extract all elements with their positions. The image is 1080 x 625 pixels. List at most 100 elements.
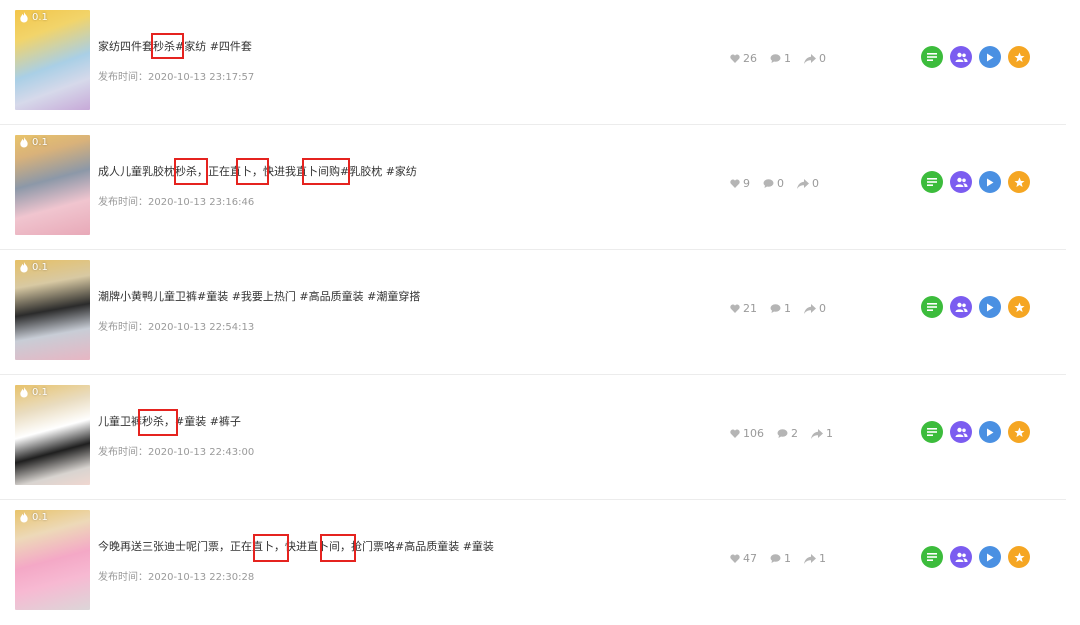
play-button[interactable] <box>979 546 1001 568</box>
row-actions <box>921 296 1030 318</box>
comment-icon <box>770 554 781 563</box>
flame-icon <box>20 512 28 523</box>
flame-icon <box>20 262 28 273</box>
share-icon <box>797 178 809 189</box>
heart-icon <box>730 179 740 188</box>
highlight-box <box>151 33 184 59</box>
list-icon <box>927 553 937 561</box>
fans-button[interactable] <box>950 296 972 318</box>
favorite-button[interactable] <box>1008 296 1030 318</box>
comment-icon <box>777 429 788 438</box>
fans-button[interactable] <box>950 546 972 568</box>
list-icon <box>927 428 937 436</box>
detail-button[interactable] <box>921 46 943 68</box>
flame-icon <box>20 137 28 148</box>
star-icon <box>1014 302 1024 312</box>
star-icon <box>1014 552 1024 562</box>
share-count: 1 <box>811 427 833 440</box>
star-icon <box>1014 177 1024 187</box>
flame-icon <box>20 12 28 23</box>
hot-badge: 0.1 <box>19 137 48 148</box>
video-thumbnail[interactable]: 0.1 <box>15 135 90 235</box>
video-thumbnail[interactable]: 0.1 <box>15 510 90 610</box>
users-icon <box>955 552 968 562</box>
favorite-button[interactable] <box>1008 171 1030 193</box>
video-thumbnail[interactable]: 0.1 <box>15 260 90 360</box>
highlight-box <box>302 158 350 185</box>
favorite-button[interactable] <box>1008 421 1030 443</box>
heart-icon <box>730 554 740 563</box>
video-row: 0.1 成人儿童乳胶枕秒杀，正在直卜，快进我直卜间购#乳胶枕 #家纺 发布时间：… <box>0 125 1066 250</box>
favorite-button[interactable] <box>1008 546 1030 568</box>
play-button[interactable] <box>979 421 1001 443</box>
comment-count: 1 <box>770 52 791 65</box>
comment-count: 1 <box>770 552 791 565</box>
like-count: 21 <box>730 302 757 315</box>
list-icon <box>927 53 937 61</box>
hot-value: 0.1 <box>32 387 48 398</box>
hot-badge: 0.1 <box>19 512 48 523</box>
video-thumbnail[interactable]: 0.1 <box>15 385 90 485</box>
play-button[interactable] <box>979 46 1001 68</box>
fans-button[interactable] <box>950 46 972 68</box>
highlight-box <box>138 409 178 436</box>
like-count: 47 <box>730 552 757 565</box>
hot-badge: 0.1 <box>19 12 48 23</box>
heart-icon <box>730 429 740 438</box>
comment-icon <box>770 304 781 313</box>
publish-time: 发布时间：2020-10-13 22:54:13 <box>98 322 255 333</box>
hot-value: 0.1 <box>32 512 48 523</box>
users-icon <box>955 302 968 312</box>
share-icon <box>804 53 816 64</box>
highlight-box <box>253 534 289 562</box>
play-icon <box>987 178 994 186</box>
like-count: 26 <box>730 52 757 65</box>
heart-icon <box>730 54 740 63</box>
publish-time: 发布时间：2020-10-13 22:43:00 <box>98 447 255 458</box>
video-stats: 47 1 1 <box>730 552 826 565</box>
video-stats: 26 1 0 <box>730 52 826 65</box>
comment-icon <box>770 54 781 63</box>
video-title[interactable]: 今晚再送三张迪士呢门票，正在直卜，快进直卜间，抢门票咯#高品质童装 #童装 <box>98 538 494 554</box>
comment-icon <box>763 179 774 188</box>
comment-count: 1 <box>770 302 791 315</box>
comment-count: 0 <box>763 177 784 190</box>
flame-icon <box>20 387 28 398</box>
video-list: 0.1 家纺四件套秒杀#家纺 #四件套 发布时间：2020-10-13 23:1… <box>0 0 1080 625</box>
detail-button[interactable] <box>921 296 943 318</box>
video-stats: 106 2 1 <box>730 427 833 440</box>
video-row: 0.1 儿童卫裤秒杀，#童装 #裤子 发布时间：2020-10-13 22:43… <box>0 375 1066 500</box>
highlight-box <box>236 158 269 185</box>
star-icon <box>1014 52 1024 62</box>
video-row: 0.1 家纺四件套秒杀#家纺 #四件套 发布时间：2020-10-13 23:1… <box>0 0 1066 125</box>
fans-button[interactable] <box>950 421 972 443</box>
share-count: 0 <box>797 177 819 190</box>
highlight-box <box>174 158 208 185</box>
row-actions <box>921 421 1030 443</box>
video-row: 0.1 潮牌小黄鸭儿童卫裤#童装 #我要上热门 #高品质童装 #潮童穿搭 发布时… <box>0 250 1066 375</box>
comment-count: 2 <box>777 427 798 440</box>
highlight-box <box>320 534 356 562</box>
play-button[interactable] <box>979 171 1001 193</box>
list-icon <box>927 178 937 186</box>
detail-button[interactable] <box>921 421 943 443</box>
row-actions <box>921 171 1030 193</box>
video-thumbnail[interactable]: 0.1 <box>15 10 90 110</box>
hot-badge: 0.1 <box>19 387 48 398</box>
fans-button[interactable] <box>950 171 972 193</box>
hot-badge: 0.1 <box>19 262 48 273</box>
detail-button[interactable] <box>921 546 943 568</box>
hot-value: 0.1 <box>32 262 48 273</box>
detail-button[interactable] <box>921 171 943 193</box>
heart-icon <box>730 304 740 313</box>
like-count: 9 <box>730 177 750 190</box>
hot-value: 0.1 <box>32 12 48 23</box>
share-icon <box>811 428 823 439</box>
video-row: 0.1 今晚再送三张迪士呢门票，正在直卜，快进直卜间，抢门票咯#高品质童装 #童… <box>0 500 1066 625</box>
users-icon <box>955 52 968 62</box>
video-title[interactable]: 潮牌小黄鸭儿童卫裤#童装 #我要上热门 #高品质童装 #潮童穿搭 <box>98 288 420 304</box>
like-count: 106 <box>730 427 764 440</box>
favorite-button[interactable] <box>1008 46 1030 68</box>
play-button[interactable] <box>979 296 1001 318</box>
share-count: 1 <box>804 552 826 565</box>
